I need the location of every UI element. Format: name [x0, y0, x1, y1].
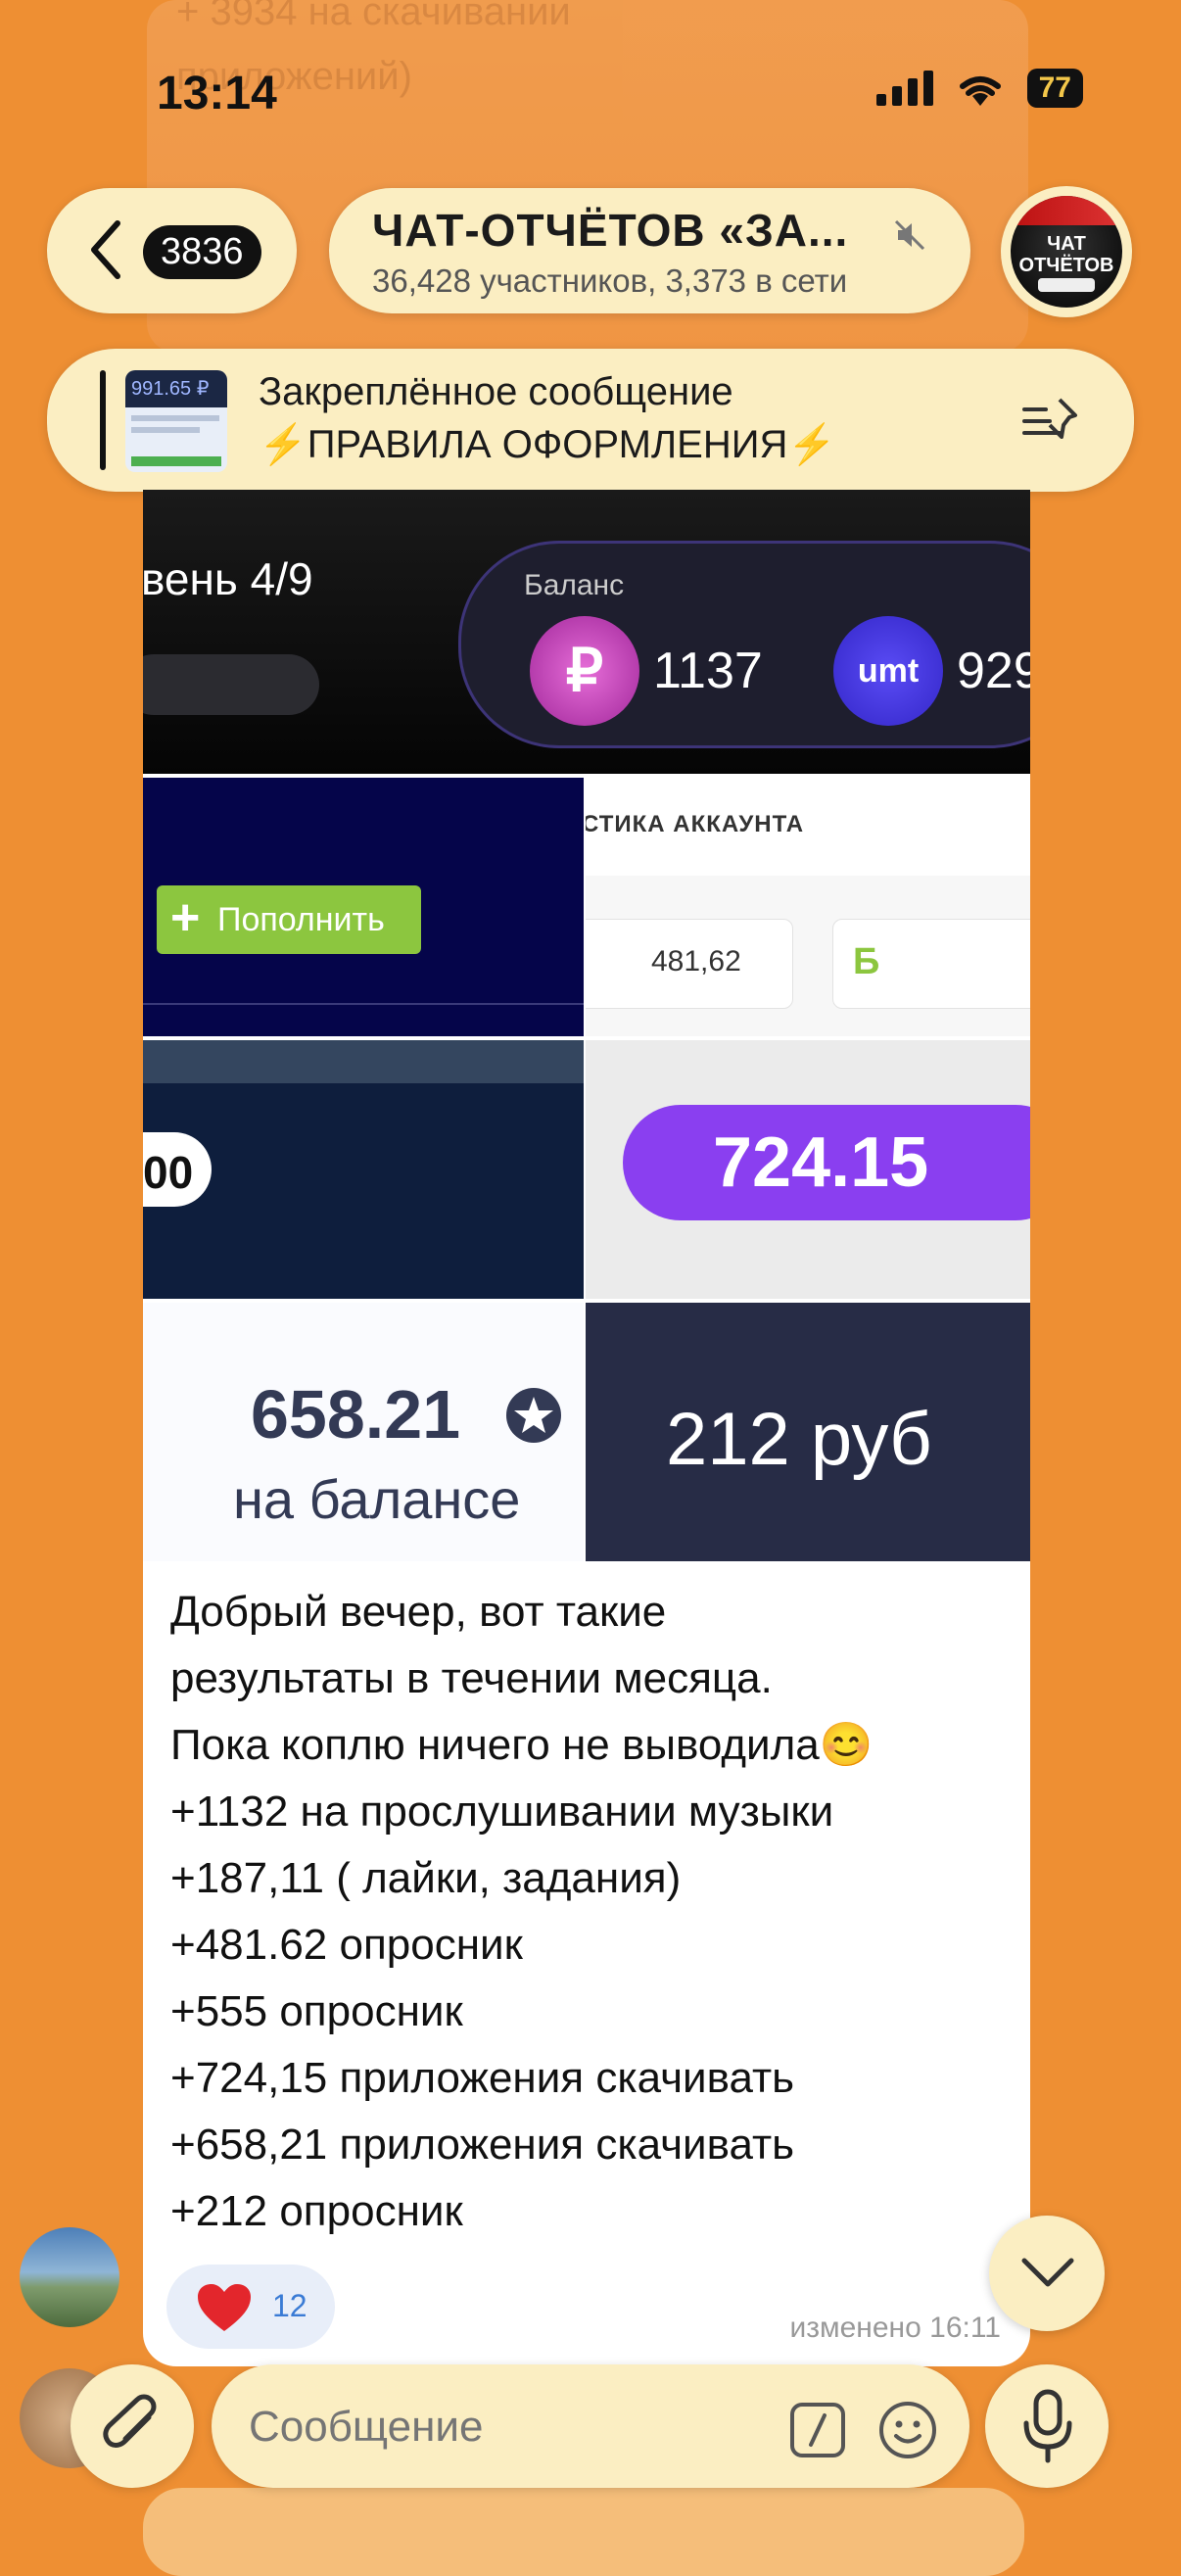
stats-value: 481,62 [651, 945, 741, 978]
balance-panel: Баланс ₽ 1137 umt 929 [458, 541, 1030, 748]
chevron-left-icon [91, 220, 120, 279]
topup-label: Пополнить [217, 901, 385, 938]
wifi-icon [959, 76, 1001, 106]
topup-button: + Пополнить [157, 885, 421, 954]
pill-value: 00 [143, 1147, 194, 1198]
stats-card: 481,62 [586, 919, 793, 1009]
pinned-text: ⚡ПРАВИЛА ОФОРМЛЕНИЯ⚡ [259, 423, 837, 466]
value-pill: 00 [143, 1132, 212, 1207]
message-input-bar[interactable] [212, 2364, 969, 2488]
message-text: Добрый вечер, вот такие результаты в теч… [170, 1579, 1013, 2245]
emoji-icon[interactable] [877, 2400, 938, 2460]
purple-pill: 724.15 [623, 1105, 1030, 1220]
purple-pill-value: 724.15 [713, 1123, 929, 1202]
bot-command-icon[interactable] [789, 2402, 846, 2458]
back-button[interactable]: 3836 [47, 188, 297, 313]
balance-label: Баланс [524, 569, 625, 601]
reaction-heart[interactable]: 12 [166, 2265, 335, 2349]
umt-coin-icon: umt [833, 616, 943, 726]
sender-avatar[interactable] [20, 2227, 119, 2327]
muted-icon [894, 219, 925, 251]
avatar-device-shape [1038, 278, 1095, 292]
avatar-label: ЧАТ ОТЧЁТОВ [1018, 233, 1114, 276]
message-line: +187,11 ( лайки, задания) [170, 1854, 682, 1902]
battery-indicator: 77 [1026, 69, 1083, 108]
photo-tile-balance[interactable]: вень 4/9 Баланс ₽ 1137 umt 929 [143, 490, 1030, 774]
message-line: +481.62 опросник [170, 1921, 523, 1969]
status-time: 13:14 [157, 68, 277, 119]
stats-header: СТИКА АККАУНТА [586, 811, 805, 837]
stars-value: 658.21 [251, 1376, 461, 1453]
avatar-stripe [1011, 196, 1122, 225]
message-line: +212 опросник [170, 2187, 463, 2235]
message-line: +724,15 приложения скачивать [170, 2054, 795, 2102]
chat-header[interactable]: ЧАТ-ОТЧЁТОВ «ЗА... 36,428 участников, 3,… [329, 188, 970, 313]
tile-header-strip [143, 1040, 584, 1083]
stars-caption: на балансе [233, 1468, 521, 1530]
scroll-down-button[interactable] [989, 2216, 1105, 2331]
level-text: вень 4/9 [143, 553, 313, 604]
chevron-down-icon [1021, 2258, 1074, 2287]
ghost-text-1: + 3934 на скачивании [176, 0, 571, 33]
divider [143, 1003, 584, 1005]
thumb-line [131, 415, 219, 421]
pinned-thumb-value: 991.65 ₽ [125, 370, 227, 407]
umt-balance-value: 929 [957, 643, 1030, 699]
message-bubble[interactable]: вень 4/9 Баланс ₽ 1137 umt 929 + Пополни… [143, 490, 1030, 2366]
pinned-message-bar[interactable]: 991.65 ₽ Закреплённое сообщение ⚡ПРАВИЛА… [47, 349, 1134, 492]
photo-tile-dark[interactable]: 00 [143, 1040, 584, 1299]
microphone-button[interactable] [985, 2364, 1109, 2488]
pinned-indicator [100, 370, 106, 470]
status-icons: 77 [875, 69, 1083, 108]
photo-tile-stars[interactable]: 658.21 на балансе [143, 1303, 584, 1561]
photo-tile-topup[interactable]: + Пополнить [143, 778, 584, 1036]
chat-avatar[interactable]: ЧАТ ОТЧЁТОВ [1001, 186, 1132, 317]
paperclip-icon [103, 2394, 157, 2448]
message-line: Пока коплю ничего не выводила😊 [170, 1721, 874, 1769]
message-input[interactable] [247, 2402, 760, 2453]
thumb-bar [131, 456, 221, 466]
message-edited-time: изменено 16:11 [789, 2312, 1001, 2344]
level-progress-bar [143, 654, 319, 715]
signal-icon [875, 71, 933, 106]
currency-icon: Б [853, 941, 880, 982]
chat-title: ЧАТ-ОТЧЁТОВ «ЗА... [372, 205, 849, 256]
ruble-coin-icon: ₽ [530, 616, 639, 726]
star-circle-icon [506, 1388, 561, 1443]
pinned-list-icon[interactable] [1020, 396, 1081, 445]
pinned-title: Закреплённое сообщение [259, 370, 733, 413]
photo-tile-purple[interactable]: 724.15 [586, 1040, 1030, 1299]
photo-tile-stats[interactable]: СТИКА АККАУНТА 481,62 Б [586, 778, 1030, 1036]
heart-icon [198, 2284, 251, 2331]
thumb-line [131, 427, 200, 433]
background-next-message [143, 2488, 1024, 2576]
message-line: +658,21 приложения скачивать [170, 2121, 795, 2169]
message-line: +555 опросник [170, 1987, 463, 2035]
message-line: +1132 на прослушивании музыки [170, 1788, 834, 1836]
stats-card-2: Б [832, 919, 1030, 1009]
plus-icon: + [170, 889, 201, 946]
rub-balance-value: 1137 [653, 643, 763, 699]
chat-avatar-image: ЧАТ ОТЧЁТОВ [1011, 196, 1122, 308]
microphone-icon [1023, 2389, 1072, 2463]
reaction-count: 12 [272, 2288, 307, 2323]
message-line: Добрый вечер, вот такие [170, 1588, 667, 1636]
photo-tile-rub[interactable]: 212 руб [586, 1303, 1030, 1561]
pinned-thumbnail: 991.65 ₽ [125, 370, 227, 472]
unread-count-badge: 3836 [143, 225, 261, 279]
rub-value: 212 руб [666, 1398, 932, 1481]
chat-members-status: 36,428 участников, 3,373 в сети [372, 262, 848, 299]
message-line: результаты в течении месяца. [170, 1654, 773, 1702]
attach-button[interactable] [71, 2364, 194, 2488]
